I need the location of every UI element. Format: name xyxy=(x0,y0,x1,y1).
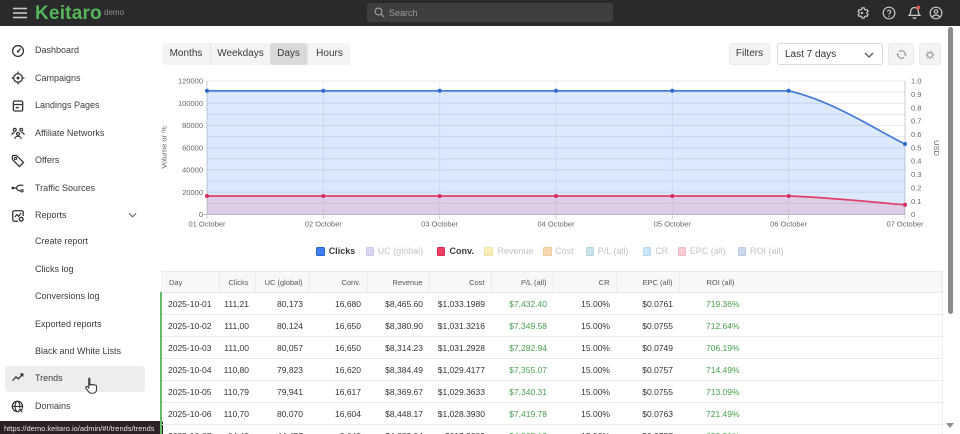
svg-text:05 October: 05 October xyxy=(654,220,692,229)
svg-text:0: 0 xyxy=(199,210,203,219)
svg-text:120000: 120000 xyxy=(178,77,203,86)
svg-text:0.7: 0.7 xyxy=(911,117,921,126)
svg-text:0.4: 0.4 xyxy=(911,157,921,166)
svg-text:Volume or %: Volume or % xyxy=(160,126,169,169)
svg-text:01 October: 01 October xyxy=(188,220,226,229)
svg-text:100000: 100000 xyxy=(178,99,203,108)
svg-text:60000: 60000 xyxy=(182,144,203,153)
svg-text:0.2: 0.2 xyxy=(911,184,921,193)
svg-text:1.0: 1.0 xyxy=(911,77,921,86)
svg-text:0.6: 0.6 xyxy=(911,130,921,139)
svg-text:40000: 40000 xyxy=(182,166,203,175)
svg-text:06 October: 06 October xyxy=(770,220,808,229)
svg-text:0.5: 0.5 xyxy=(911,144,921,153)
svg-text:0: 0 xyxy=(911,210,915,219)
svg-text:04 October: 04 October xyxy=(537,220,575,229)
svg-text:0.8: 0.8 xyxy=(911,103,921,112)
svg-text:03 October: 03 October xyxy=(421,220,459,229)
svg-text:0.1: 0.1 xyxy=(911,197,921,206)
svg-text:20000: 20000 xyxy=(182,188,203,197)
svg-text:0.3: 0.3 xyxy=(911,170,921,179)
svg-text:02 October: 02 October xyxy=(305,220,343,229)
svg-text:0.9: 0.9 xyxy=(911,90,921,99)
svg-text:80000: 80000 xyxy=(182,121,203,130)
svg-text:07 October: 07 October xyxy=(886,220,924,229)
svg-text:USD: USD xyxy=(932,140,941,156)
